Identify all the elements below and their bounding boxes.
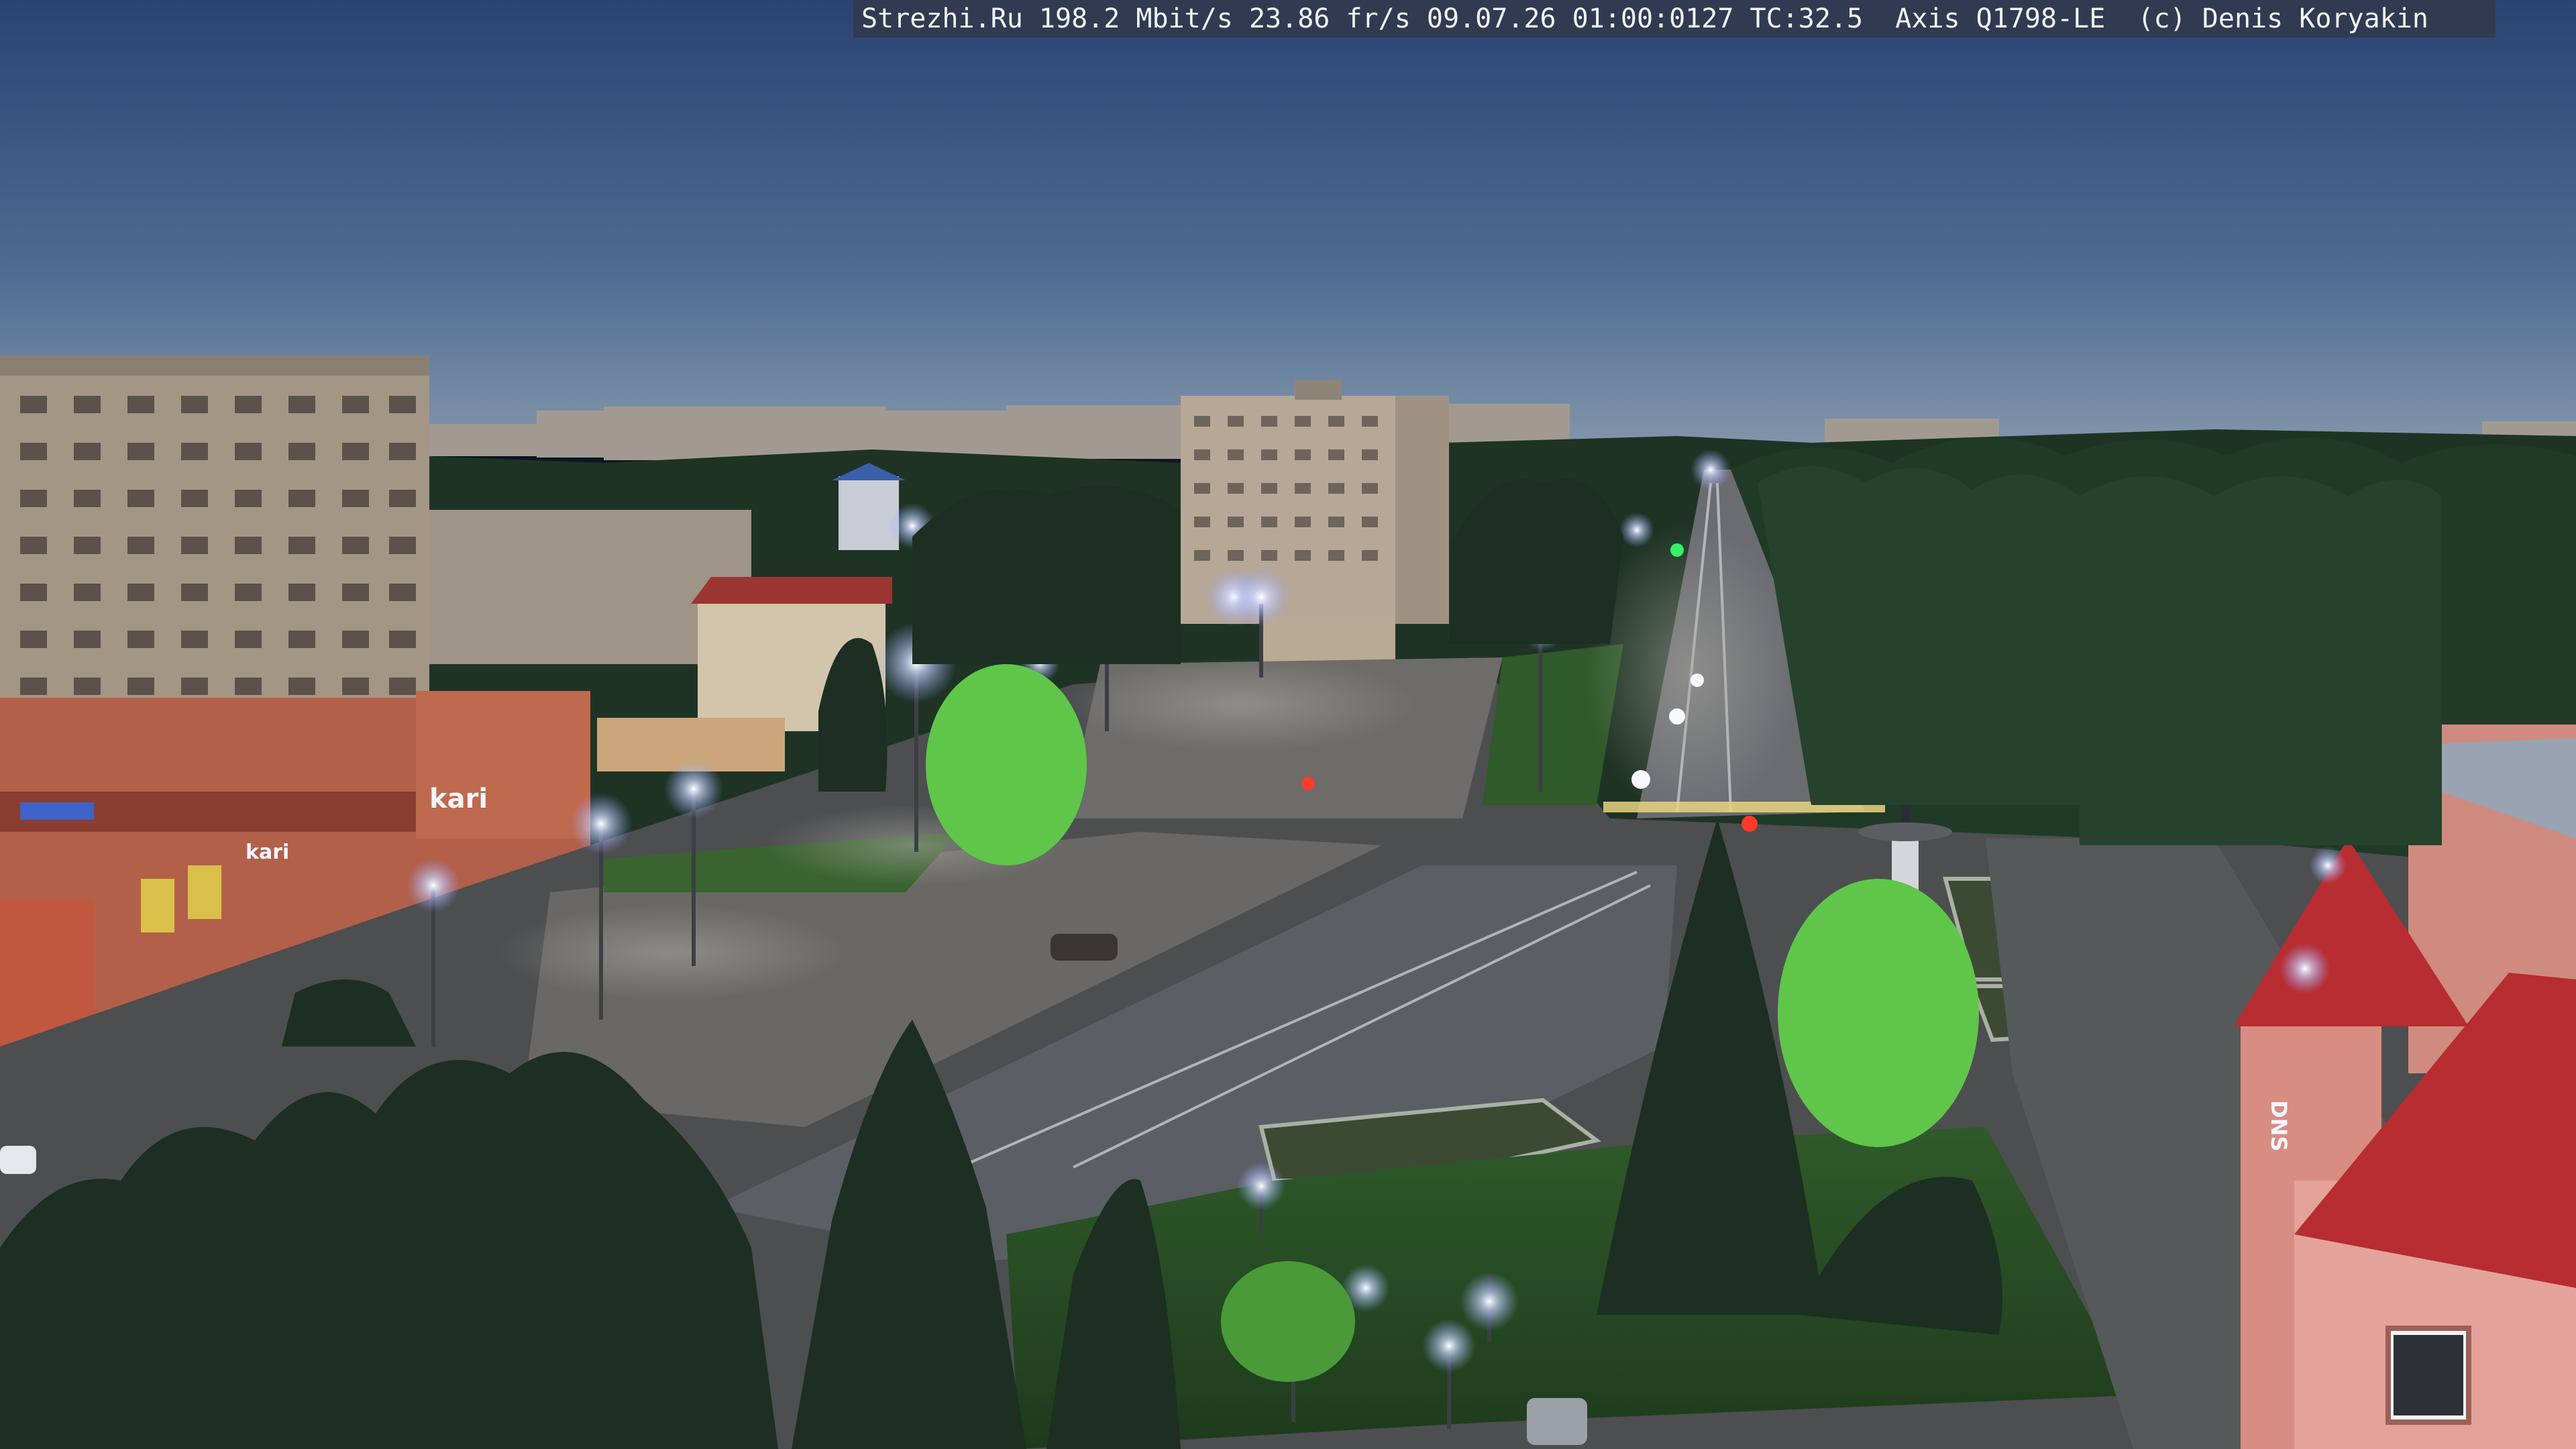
kari-sign: kari xyxy=(429,784,488,814)
webcam-scene: kari kari DNS xyxy=(0,0,2576,1449)
trees-right-row xyxy=(1758,466,2442,845)
camera-info-overlay: Strezhi.Ru 198.2 Mbit/s 23.86 fr/s 09.07… xyxy=(853,0,2496,38)
kari-sign-small: kari xyxy=(246,841,289,864)
dns-sign: DNS xyxy=(2266,1100,2292,1151)
